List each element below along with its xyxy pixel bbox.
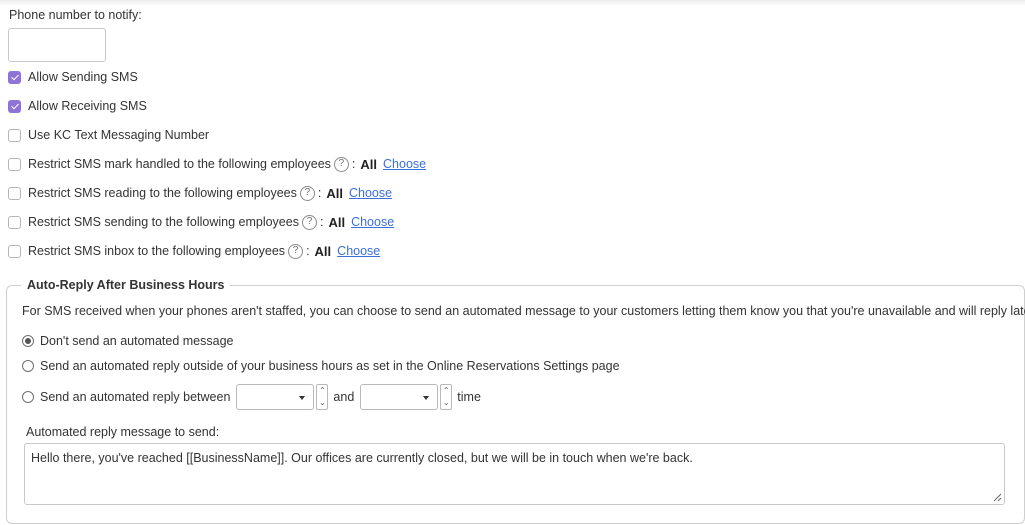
restrict-label: Restrict SMS sending to the following em… [28,215,299,229]
colon: : [319,215,324,229]
checkbox-restrict-sending[interactable] [8,215,21,229]
radio-option-outside-hours[interactable]: Send an automated reply outside of your … [22,359,620,373]
help-icon[interactable]: ? [333,156,349,172]
option-label: Use KC Text Messaging Number [28,128,210,142]
help-icon[interactable]: ? [299,185,315,201]
radio-option-no-message[interactable]: Don't send an automated message [22,334,233,348]
restrict-mark-handled-row: Restrict SMS mark handled to the followi… [8,156,426,172]
colon: : [317,186,322,200]
dropdown-arrow-icon[interactable] [423,396,430,400]
message-textarea[interactable]: Hello there, you've reached [[BusinessNa… [24,443,1005,505]
restrict-sending-row: Restrict SMS sending to the following em… [8,214,394,230]
option-label: Allow Sending SMS [28,70,138,84]
restrict-label: Restrict SMS reading to the following em… [28,186,297,200]
restrict-reading-row: Restrict SMS reading to the following em… [8,185,392,201]
restrict-inbox-row: Restrict SMS inbox to the following empl… [8,243,380,259]
auto-reply-title: Auto-Reply After Business Hours [27,278,225,292]
radio-label: Send an automated reply outside of your … [40,359,620,373]
radio-button[interactable] [22,335,34,347]
phone-label: Phone number to notify: [9,8,142,22]
dropdown-arrow-icon[interactable] [299,396,306,400]
top-shadow [0,0,1025,6]
restrict-label: Restrict SMS mark handled to the followi… [28,157,331,171]
chevron-up-icon[interactable]: ⌃ [443,387,450,395]
choose-link[interactable]: Choose [383,157,426,171]
colon: : [306,244,310,258]
resize-handle-icon[interactable] [993,493,1002,502]
option-label: Allow Receiving SMS [28,99,147,113]
end-time-select[interactable] [360,384,439,410]
restrict-value: All [326,185,343,201]
choose-link[interactable]: Choose [351,215,394,229]
restrict-label: Restrict SMS inbox to the following empl… [28,244,286,258]
auto-reply-description: For SMS received when your phones aren't… [22,304,1025,318]
checkbox-allow-sending-sms[interactable] [8,70,21,84]
option-allow-receiving-sms[interactable]: Allow Receiving SMS [8,98,147,114]
start-time-spinner[interactable]: ⌃ ⌄ [316,384,329,410]
colon: : [351,157,356,171]
choose-link[interactable]: Choose [337,244,380,258]
start-time-select[interactable] [236,384,315,410]
chevron-down-icon[interactable]: ⌄ [319,399,326,407]
message-label: Automated reply message to send: [26,425,220,439]
restrict-value: All [360,156,378,172]
checkbox-restrict-reading[interactable] [8,186,21,200]
radio-button[interactable] [22,391,34,403]
checkbox-restrict-mark-handled[interactable] [8,157,21,171]
chevron-down-icon[interactable]: ⌄ [443,399,450,407]
help-icon[interactable]: ? [288,243,304,259]
checkbox-restrict-inbox[interactable] [8,244,21,258]
radio-label: Don't send an automated message [40,334,234,348]
restrict-value: All [328,214,346,230]
phone-input[interactable] [8,28,106,62]
choose-link[interactable]: Choose [349,186,392,200]
option-allow-sending-sms[interactable]: Allow Sending SMS [8,69,138,85]
time-label: time [457,390,481,404]
checkbox-use-kc-number[interactable] [8,128,21,142]
radio-label: Send an automated reply between [40,390,231,404]
and-label: and [333,390,355,404]
chevron-up-icon[interactable]: ⌃ [319,387,326,395]
radio-button[interactable] [22,360,34,372]
checkbox-allow-receiving-sms[interactable] [8,99,21,113]
option-use-kc-number[interactable]: Use KC Text Messaging Number [8,127,209,143]
radio-option-between[interactable]: Send an automated reply between ⌃ ⌄ and ⌃… [22,384,481,410]
end-time-spinner[interactable]: ⌃ ⌄ [440,384,453,410]
help-icon[interactable]: ? [301,214,317,230]
restrict-value: All [314,243,332,259]
